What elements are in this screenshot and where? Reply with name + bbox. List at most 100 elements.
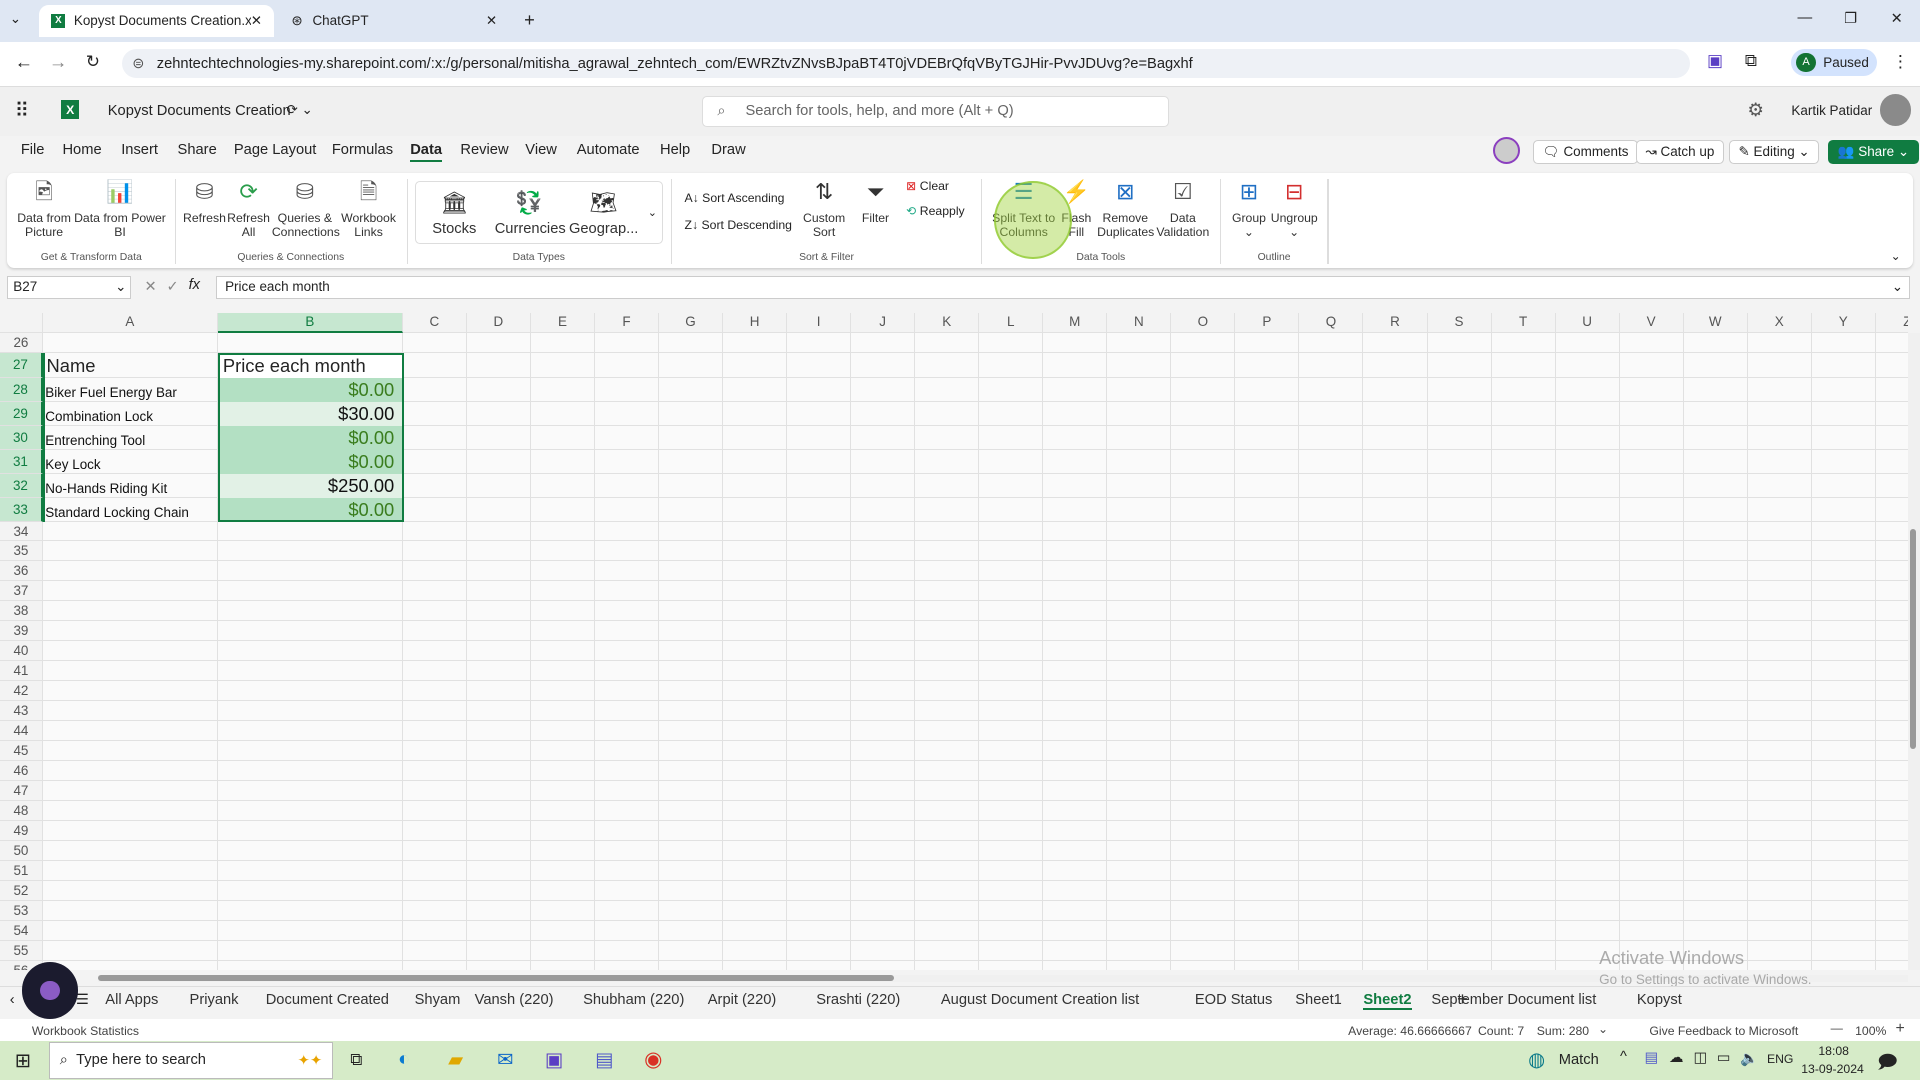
cell[interactable] <box>530 333 595 353</box>
cell[interactable] <box>1683 353 1748 378</box>
cell[interactable] <box>1043 621 1108 642</box>
cell[interactable] <box>1363 741 1428 761</box>
cell[interactable] <box>787 820 852 841</box>
cell[interactable] <box>1555 601 1620 622</box>
cell[interactable] <box>530 860 595 881</box>
cell[interactable] <box>1171 920 1236 941</box>
cell[interactable] <box>1427 880 1492 901</box>
cell[interactable] <box>1235 561 1300 582</box>
cell[interactable] <box>217 541 403 562</box>
cell[interactable] <box>1427 601 1492 622</box>
cell[interactable] <box>851 621 916 642</box>
cell[interactable] <box>1747 741 1812 761</box>
cell[interactable] <box>217 721 403 742</box>
cell[interactable] <box>1427 473 1492 498</box>
cell[interactable] <box>530 741 595 761</box>
cell[interactable] <box>594 920 659 941</box>
cell[interactable] <box>1427 701 1492 722</box>
cell[interactable] <box>1427 541 1492 562</box>
cell[interactable] <box>42 920 218 941</box>
cell[interactable] <box>1875 426 1908 450</box>
cell[interactable] <box>1747 880 1812 901</box>
cell[interactable] <box>1747 353 1812 378</box>
cell[interactable] <box>915 521 980 542</box>
cell[interactable] <box>466 641 531 662</box>
cell[interactable] <box>402 425 467 450</box>
ribbon-collapse-chevron-icon[interactable]: ⌄ <box>1891 249 1901 263</box>
cell[interactable] <box>1875 681 1908 702</box>
cell[interactable] <box>594 601 659 622</box>
cell[interactable] <box>1491 473 1556 498</box>
cell[interactable] <box>723 425 788 450</box>
select-all-corner[interactable] <box>0 313 43 334</box>
taskbar-search-input[interactable]: ⌕ Type here to search ✦✦ <box>48 1042 334 1079</box>
cell[interactable] <box>1363 800 1428 821</box>
spreadsheet-grid[interactable]: ABCDEFGHIJKLMNOPQRSTUVWXYZ 26272829303132… <box>0 313 1908 970</box>
cell[interactable] <box>979 497 1044 522</box>
cell[interactable] <box>1363 473 1428 498</box>
cell[interactable] <box>1491 449 1556 474</box>
cell[interactable] <box>1171 880 1236 901</box>
cell[interactable] <box>1235 661 1300 682</box>
file-explorer-icon[interactable]: ▰ <box>448 1048 463 1072</box>
cell[interactable] <box>1875 701 1908 722</box>
cell[interactable] <box>530 761 595 781</box>
cell[interactable] <box>1427 800 1492 821</box>
cell[interactable] <box>1683 780 1748 801</box>
cell[interactable] <box>1747 449 1812 474</box>
remove-duplicates-button[interactable]: ⊠ Remove Duplicates <box>1097 179 1154 240</box>
cell[interactable] <box>1683 377 1748 402</box>
cell[interactable] <box>402 449 467 474</box>
cell[interactable] <box>787 741 852 761</box>
cell[interactable] <box>1427 860 1492 881</box>
cell[interactable] <box>1171 761 1236 781</box>
cell[interactable] <box>1555 377 1620 402</box>
cell[interactable] <box>915 681 980 702</box>
cell[interactable] <box>1427 521 1492 542</box>
cell[interactable] <box>466 661 531 682</box>
cell-name[interactable]: Entrenching Tool <box>45 426 218 450</box>
tab-automate[interactable]: Automate <box>577 142 640 158</box>
cell[interactable] <box>915 425 980 450</box>
sheet-tab-vansh-220-[interactable]: Vansh (220) <box>475 992 554 1008</box>
cell[interactable] <box>1619 641 1684 662</box>
cell[interactable] <box>787 920 852 941</box>
cell[interactable] <box>1747 721 1812 742</box>
cell[interactable] <box>1491 401 1556 426</box>
row-header[interactable]: 37 <box>0 581 43 602</box>
cell[interactable] <box>659 521 724 542</box>
column-header-M[interactable]: M <box>1043 313 1108 334</box>
cell[interactable] <box>1811 800 1876 821</box>
cell[interactable] <box>1299 681 1364 702</box>
cell[interactable] <box>915 621 980 642</box>
cell[interactable] <box>530 541 595 562</box>
cell[interactable] <box>1491 920 1556 941</box>
cell[interactable] <box>1619 701 1684 722</box>
cell[interactable] <box>402 601 467 622</box>
cell[interactable] <box>1363 353 1428 378</box>
cell[interactable] <box>1491 681 1556 702</box>
cell[interactable] <box>1747 621 1812 642</box>
cell[interactable] <box>1299 800 1364 821</box>
cell[interactable] <box>1875 498 1908 522</box>
cell[interactable] <box>723 880 788 901</box>
cell[interactable] <box>851 401 916 426</box>
cell[interactable] <box>915 960 980 970</box>
cell[interactable] <box>1171 860 1236 881</box>
cell[interactable] <box>1235 521 1300 542</box>
cell[interactable] <box>723 333 788 353</box>
cell[interactable] <box>1747 641 1812 662</box>
cell[interactable] <box>1683 425 1748 450</box>
user-avatar[interactable] <box>1879 94 1912 127</box>
cell[interactable] <box>1619 761 1684 781</box>
cell[interactable] <box>1619 721 1684 742</box>
powerbi-button[interactable]: 📊 Data from Power BI <box>73 179 166 240</box>
cell[interactable] <box>42 800 218 821</box>
cell[interactable] <box>1683 521 1748 542</box>
share-button[interactable]: 👥 Share ⌄ <box>1828 139 1919 165</box>
database-refresh-button[interactable]: ⛁ Refresh <box>182 179 226 226</box>
row-header[interactable]: 48 <box>0 800 43 821</box>
sort-descending-button[interactable]: Z↓ Sort Descending <box>684 218 791 232</box>
cell[interactable] <box>979 541 1044 562</box>
cell[interactable] <box>466 561 531 582</box>
